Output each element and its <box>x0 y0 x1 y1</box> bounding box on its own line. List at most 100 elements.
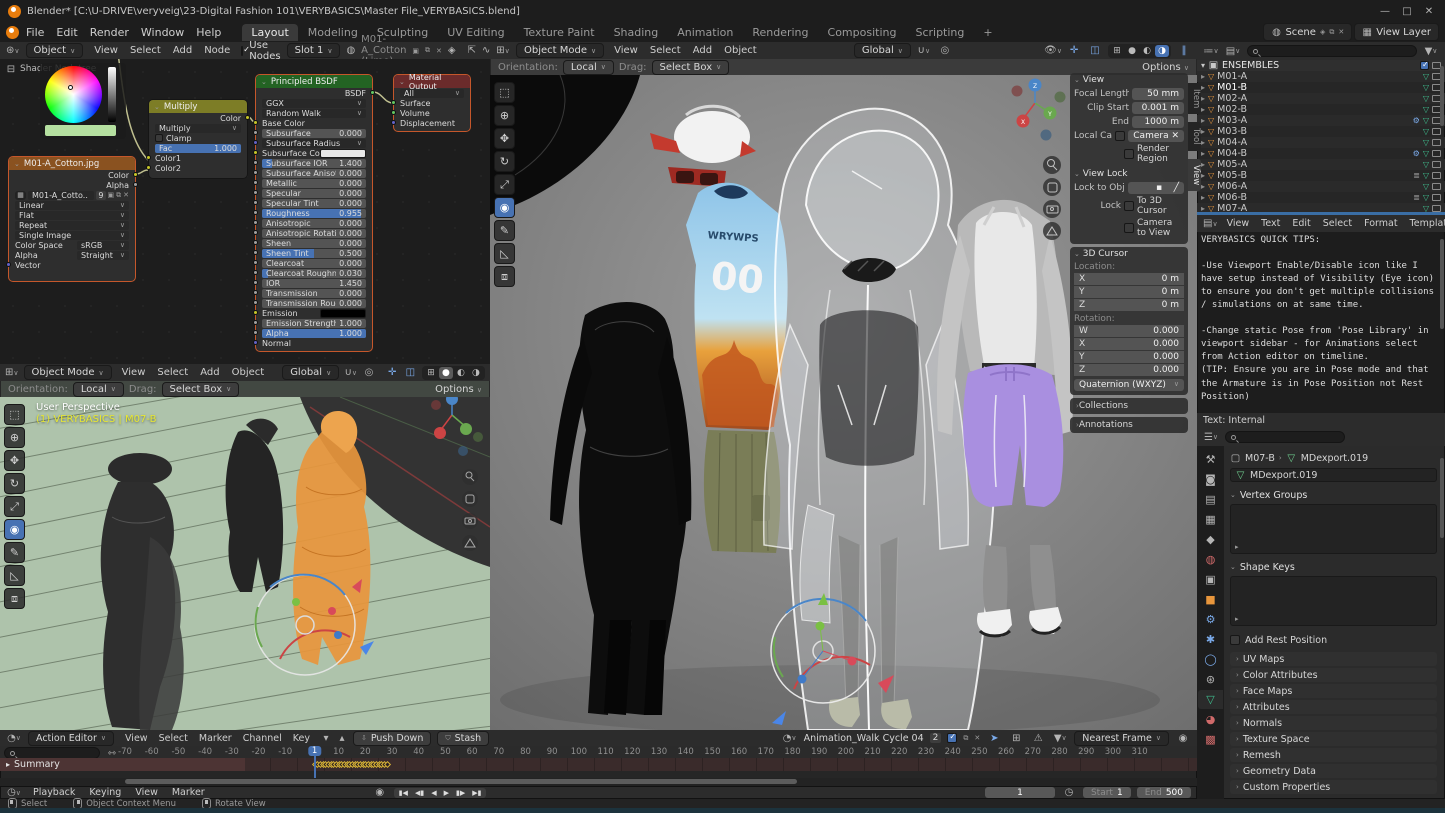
mode-selector[interactable]: Object Mode∨ <box>516 43 604 58</box>
menu-marker[interactable]: Marker <box>194 732 237 745</box>
camera-to-view-checkbox[interactable] <box>1124 223 1134 233</box>
shape-keys-panel-header[interactable]: ⌄Shape Keys <box>1230 560 1437 574</box>
select-single-image[interactable]: Single Image∨ <box>15 231 129 240</box>
tool-transform-button[interactable]: ◉ <box>4 519 25 540</box>
editor-type-3d-icon[interactable]: ⊞∨ <box>495 44 511 58</box>
alpha-mode-select[interactable]: Straight∨ <box>77 251 129 260</box>
select-linear[interactable]: Linear∨ <box>15 201 129 210</box>
outliner-item-m02-a[interactable]: ▸▽M02-A▽ <box>1197 93 1445 104</box>
editor-type-outliner-icon[interactable]: ≔∨ <box>1203 44 1219 58</box>
image-users-badge[interactable]: 9 <box>96 191 105 200</box>
proportional-edit-icon[interactable]: ◎ <box>362 366 375 380</box>
menu-channel[interactable]: Channel <box>238 732 287 745</box>
cursor-axis-x[interactable]: X0 m <box>1074 273 1184 285</box>
tool-cursor-button[interactable]: ⊕ <box>4 427 25 448</box>
overlays-toggle-icon[interactable]: ◫ <box>1087 44 1103 58</box>
drag-select[interactable]: Select Box∨ <box>652 60 730 75</box>
shading-mode-buttons[interactable]: ⊞ ● ◐ ◑ <box>422 366 485 380</box>
tool-annotate-button[interactable]: ✎ <box>494 220 515 241</box>
frame-end-field[interactable]: End500 <box>1137 787 1191 798</box>
menu-format[interactable]: Format <box>1359 217 1402 230</box>
workspace-tab-layout[interactable]: Layout <box>242 24 297 41</box>
timeline-scrollbar[interactable] <box>0 778 1197 786</box>
menu-select[interactable]: Select <box>645 44 686 57</box>
menu-select[interactable]: Select <box>1318 217 1357 230</box>
maximize-button[interactable]: □ <box>1399 4 1415 18</box>
panel-texture-space[interactable]: ›Texture Space <box>1230 732 1437 746</box>
image-unlink-icon[interactable]: ✕ <box>123 191 129 199</box>
unlink-action-icon[interactable]: ✕ <box>974 734 980 742</box>
menu-view[interactable]: View <box>609 44 643 57</box>
bsdf-row-emission-strength[interactable]: Emission Strength1.000 <box>256 318 372 328</box>
close-button[interactable]: ✕ <box>1421 4 1437 18</box>
show-hidden-icon[interactable]: ⊞ <box>1008 731 1024 745</box>
show-gizmo-icon[interactable]: ✛ <box>386 366 399 380</box>
cursor-axis-x[interactable]: X0.000 <box>1074 338 1184 350</box>
principled-bsdf-node[interactable]: ⌄Principled BSDF BSDF GGX∨Random Walk∨Ba… <box>255 74 373 352</box>
bsdf-row-roughness[interactable]: Roughness0.955 <box>256 208 372 218</box>
timeline-ruler[interactable]: ⇿ -70-60-50-40-30-20-1010203040506070809… <box>0 746 1197 758</box>
layer-down-icon[interactable]: ▴ <box>337 731 347 745</box>
menu-text[interactable]: Text <box>1256 217 1285 230</box>
menu-view[interactable]: View <box>120 732 153 745</box>
bsdf-row-anisotropic-rotation[interactable]: Anisotropic Rotation0.000 <box>256 228 372 238</box>
play-reverse-button[interactable]: ◀ <box>428 788 439 798</box>
editor-type-properties-icon[interactable]: ☰∨ <box>1203 430 1219 444</box>
tool-move-button[interactable]: ✥ <box>4 450 25 471</box>
bsdf-row-subsurface-radius[interactable]: Subsurface Radius∨ <box>256 138 372 148</box>
drag-select[interactable]: Select Box∨ <box>162 382 240 397</box>
workspace-tab-compositing[interactable]: Compositing <box>819 24 906 41</box>
cursor-axis-z[interactable]: Z0 m <box>1074 299 1184 311</box>
bsdf-row-base-color[interactable]: Base Color <box>256 118 372 128</box>
parent-node-icon[interactable]: ⇱ <box>468 44 476 58</box>
viewport-secondary-canvas[interactable] <box>0 397 490 730</box>
bsdf-row-sheen[interactable]: Sheen0.000 <box>256 238 372 248</box>
cursor-panel-header[interactable]: ⌄ 3D Cursor <box>1074 249 1184 259</box>
outliner-item-m06-a[interactable]: ▸▽M06-A▽ <box>1197 181 1445 192</box>
workspace-tab-animation[interactable]: Animation <box>668 24 742 41</box>
sports-jersey[interactable]: 00 WRYWPS <box>686 183 788 430</box>
transform-orientation[interactable]: Global∨ <box>282 365 339 380</box>
push-down-button[interactable]: ⇩Push Down <box>353 731 431 746</box>
breadcrumb-object[interactable]: M07-B <box>1245 453 1275 464</box>
menu-add[interactable]: Add <box>195 366 224 379</box>
panel-annotations[interactable]: ›Annotations <box>1070 417 1188 433</box>
sidebar-tab-tool[interactable]: Tool <box>1188 122 1201 151</box>
sidebar-tab-view[interactable]: View <box>1188 159 1201 191</box>
properties-tab-view-layer-icon[interactable]: ▦ <box>1198 510 1223 529</box>
purple-sweatpants[interactable] <box>963 364 1063 507</box>
properties-tab-render-icon[interactable]: ◙ <box>1198 470 1223 489</box>
properties-tab-physics-icon[interactable]: ◯ <box>1198 650 1223 669</box>
snap-magnet-icon[interactable]: ∪∨ <box>344 366 357 380</box>
tool-move-button[interactable]: ✥ <box>494 128 515 149</box>
shading-mode-buttons[interactable]: ⊞ ● ◐ ◑ <box>1108 44 1171 58</box>
vertex-groups-panel-header[interactable]: ⌄Vertex Groups <box>1230 488 1437 502</box>
menu-object[interactable]: Object <box>227 366 270 379</box>
orientation-select[interactable]: Local∨ <box>73 382 124 397</box>
properties-search-input[interactable] <box>1225 431 1345 443</box>
color-swatch[interactable] <box>45 125 116 136</box>
outliner-collection-ensembles[interactable]: ▾ ▣ ENSEMBLES <box>1197 60 1445 71</box>
menu-key[interactable]: Key <box>288 732 315 745</box>
cursor-axis-w[interactable]: W0.000 <box>1074 325 1184 337</box>
view-lock-header[interactable]: ⌄ View Lock <box>1074 169 1184 179</box>
bsdf-row-subsurface-color[interactable]: Subsurface Color <box>256 148 372 158</box>
menu-select[interactable]: Select <box>125 44 166 57</box>
workspace-tab-scripting[interactable]: Scripting <box>906 24 973 41</box>
fac-slider[interactable]: Fac1.000 <box>155 144 241 153</box>
shading-solid-icon[interactable]: ● <box>1125 45 1139 57</box>
screen-visibility-icon[interactable] <box>1432 194 1441 201</box>
menu-add[interactable]: Add <box>688 44 717 57</box>
workspace-tab-texture-paint[interactable]: Texture Paint <box>515 24 604 41</box>
bsdf-row-anisotropic[interactable]: Anisotropic0.000 <box>256 218 372 228</box>
scene-unlink-icon[interactable]: ✕ <box>1338 28 1344 36</box>
field-end[interactable]: 1000 m <box>1132 116 1184 128</box>
panel-uv-maps[interactable]: ›UV Maps <box>1230 652 1437 666</box>
tool-transform-button[interactable]: ◉ <box>494 197 515 218</box>
outliner-item-m03-b[interactable]: ▸▽M03-B▽ <box>1197 126 1445 137</box>
shading-solid-icon[interactable]: ● <box>439 367 453 379</box>
tool-select-box-button[interactable]: ⬚ <box>494 82 515 103</box>
action-name-field[interactable]: Animation_Walk Cycle 04 <box>804 733 924 744</box>
browse-material-icon[interactable]: ◍ <box>346 44 355 58</box>
object-visibility-icon[interactable]: 👁∨ <box>1045 44 1061 58</box>
